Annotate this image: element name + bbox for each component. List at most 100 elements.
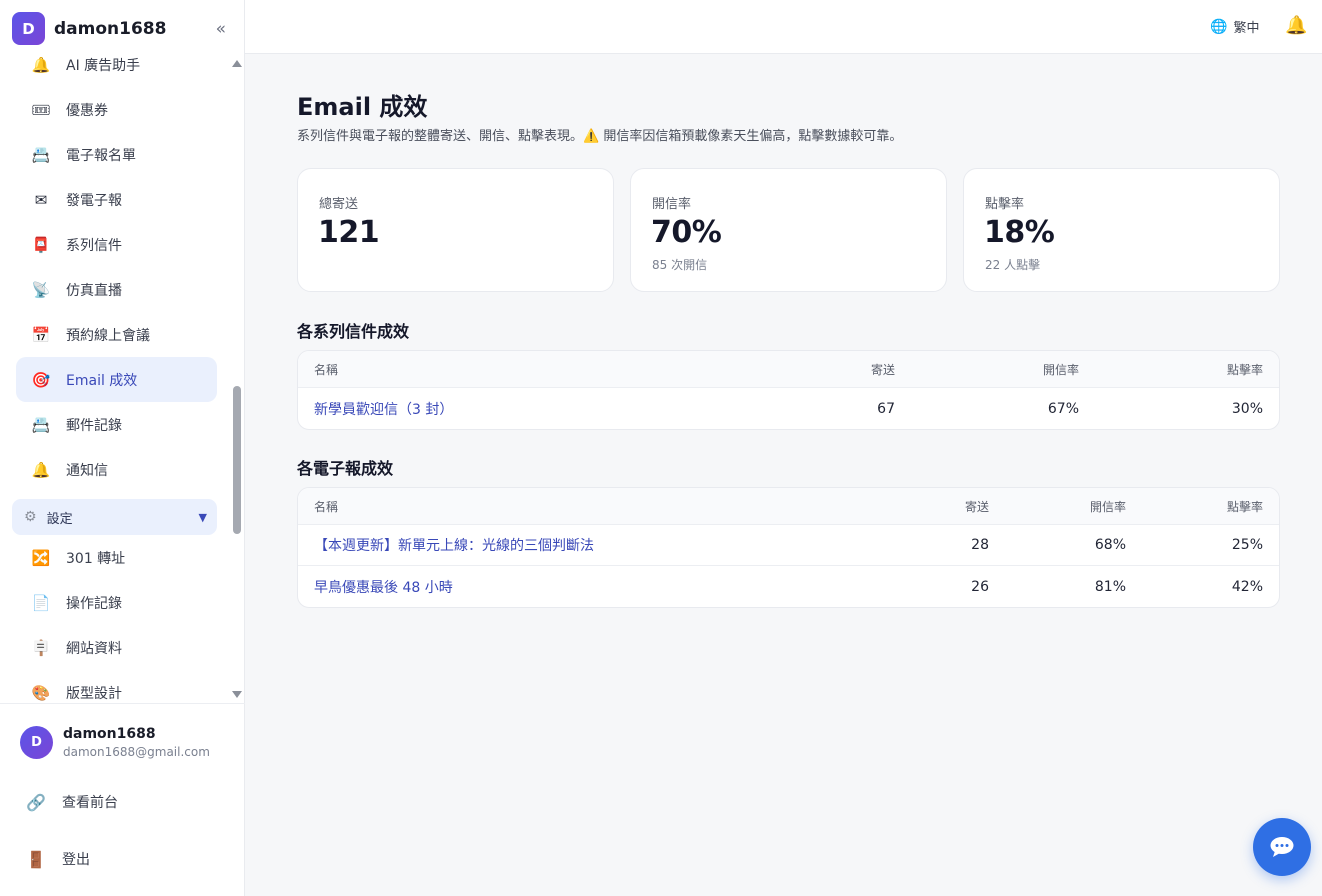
sidebar-item-series-mail[interactable]: 📮 系列信件 — [16, 222, 217, 267]
cell-sent: 26 — [971, 578, 989, 595]
stat-value: 70% — [651, 215, 722, 250]
sidebar-item-label: 系列信件 — [66, 237, 122, 254]
brand-header: D damon1688 « — [12, 12, 234, 45]
bell-icon: 🔔 — [31, 55, 51, 74]
gear-icon: ⚙ — [24, 509, 37, 525]
series-name-link[interactable]: 新學員歡迎信（3 封） — [314, 388, 453, 429]
chat-button[interactable] — [1253, 818, 1311, 876]
cell-sent: 67 — [877, 400, 895, 417]
cell-click-rate: 25% — [1231, 537, 1263, 553]
newsletter-name-link[interactable]: 早鳥優惠最後 48 小時 — [314, 566, 453, 607]
shuffle-icon: 🔀 — [31, 548, 51, 567]
sidebar-item-newsletter-list[interactable]: 📇 電子報名單 — [16, 132, 217, 177]
stat-card-open-rate: 開信率 70% 85 次開信 — [630, 168, 947, 292]
chat-icon — [1270, 837, 1294, 857]
brand-avatar: D — [12, 12, 45, 45]
notification-bell-icon[interactable]: 🔔 — [1285, 15, 1307, 36]
stat-label: 總寄送 — [319, 197, 359, 212]
stat-value: 18% — [984, 215, 1055, 250]
settings-group-toggle[interactable]: ⚙ 設定 ▼ — [12, 499, 217, 535]
scroll-down-arrow-icon[interactable] — [232, 691, 242, 698]
mailbox-icon: 📮 — [31, 235, 51, 254]
stat-label: 開信率 — [652, 197, 692, 212]
sidebar-scrollbar[interactable] — [230, 56, 244, 703]
sidebar-item-site-info[interactable]: 🪧 網站資料 — [16, 625, 217, 670]
newsletter-section-title: 各電子報成效 — [297, 459, 394, 478]
cell-click-rate: 30% — [1231, 400, 1263, 417]
bell-icon: 🔔 — [31, 460, 51, 479]
page-title: Email 成效 — [297, 93, 428, 121]
header-click-rate: 點擊率 — [1226, 362, 1263, 377]
sidebar-item-email-performance[interactable]: 🎯 Email 成效 — [16, 357, 217, 402]
header-click-rate: 點擊率 — [1226, 499, 1263, 514]
sidebar-item-simulated-live[interactable]: 📡 仿真直播 — [16, 267, 217, 312]
globe-icon: 🌐 — [1210, 18, 1228, 35]
sidebar-item-label: 301 轉址 — [66, 550, 126, 567]
user-card: D damon1688 damon1688@gmail.com — [20, 726, 210, 759]
view-site-label: 查看前台 — [62, 795, 118, 811]
stat-label: 點擊率 — [985, 197, 1025, 212]
sidebar-item-label: AI 廣告助手 — [66, 57, 141, 74]
scroll-up-arrow-icon[interactable] — [232, 60, 242, 67]
sidebar-item-label: 通知信 — [66, 462, 108, 479]
sidebar-item-redirect-301[interactable]: 🔀 301 轉址 — [16, 535, 217, 580]
sidebar-item-coupons[interactable]: 🎟 優惠券 — [16, 87, 217, 132]
sidebar-item-label: 仿真直播 — [66, 282, 122, 299]
sidebar-item-mail-log[interactable]: 📇 郵件記錄 — [16, 402, 217, 447]
sidebar-item-ai-ads[interactable]: 🔔 AI 廣告助手 — [16, 48, 217, 87]
header-open-rate: 開信率 — [1089, 499, 1126, 514]
user-email: damon1688@gmail.com — [63, 745, 210, 759]
cell-open-rate: 67% — [1047, 400, 1079, 417]
stat-card-click-rate: 點擊率 18% 22 人點擊 — [963, 168, 1280, 292]
series-section-title: 各系列信件成效 — [297, 322, 410, 341]
target-icon: 🎯 — [31, 370, 51, 389]
user-avatar: D — [20, 726, 53, 759]
user-name: damon1688 — [63, 726, 156, 742]
contact-card-icon: 📇 — [31, 145, 51, 164]
header-open-rate: 開信率 — [1042, 362, 1079, 377]
collapse-sidebar-button[interactable]: « — [216, 19, 226, 39]
header-name: 名稱 — [314, 362, 339, 377]
logout-label: 登出 — [62, 852, 90, 868]
stat-value: 121 — [318, 215, 380, 250]
view-site-link[interactable]: 🔗 查看前台 — [26, 792, 118, 812]
stat-sub: 22 人點擊 — [985, 258, 1041, 272]
series-performance-table: 名稱 寄送 開信率 點擊率 新學員歡迎信（3 封） 67 67% 30% — [297, 350, 1280, 430]
satellite-icon: 📡 — [31, 280, 51, 299]
sidebar-item-send-newsletter[interactable]: ✉ 發電子報 — [16, 177, 217, 222]
header-name: 名稱 — [314, 499, 339, 514]
caret-down-icon: ▼ — [198, 510, 207, 524]
envelope-icon: ✉ — [34, 190, 48, 209]
stat-sub: 85 次開信 — [652, 258, 708, 272]
sidebar-item-label: 預約線上會議 — [66, 327, 150, 344]
page-subtitle: 系列信件與電子報的整體寄送、開信、點擊表現。⚠️ 開信率因信箱預載像素天生偏高，… — [297, 129, 903, 144]
stat-card-total-sent: 總寄送 121 — [297, 168, 614, 292]
table-row: 早鳥優惠最後 48 小時 26 81% 42% — [298, 566, 1279, 607]
cell-click-rate: 42% — [1231, 578, 1263, 595]
sidebar-item-activity-log[interactable]: 📄 操作記錄 — [16, 580, 217, 625]
sidebar-item-label: 發電子報 — [66, 192, 122, 209]
sidebar-item-label: 網站資料 — [66, 640, 122, 657]
signpost-icon: 🪧 — [31, 638, 51, 657]
door-icon: 🚪 — [26, 849, 46, 869]
palette-icon: 🎨 — [31, 683, 51, 702]
sidebar-item-online-meeting[interactable]: 📅 預約線上會議 — [16, 312, 217, 357]
newsletter-performance-table: 名稱 寄送 開信率 點擊率 【本週更新】新單元上線：光線的三個判斷法 28 68… — [297, 487, 1280, 608]
brand-name: damon1688 — [54, 18, 167, 39]
settings-group-label: 設定 — [46, 511, 73, 527]
table-row: 【本週更新】新單元上線：光線的三個判斷法 28 68% 25% — [298, 525, 1279, 566]
newsletter-name-link[interactable]: 【本週更新】新單元上線：光線的三個判斷法 — [314, 525, 594, 565]
language-label: 繁中 — [1233, 21, 1260, 36]
topbar: 🌐 繁中 🔔 — [245, 0, 1322, 54]
link-icon: 🔗 — [26, 792, 46, 812]
sidebar-footer: D damon1688 damon1688@gmail.com 🔗 查看前台 🚪… — [0, 703, 245, 896]
sidebar-item-theme-design[interactable]: 🎨 版型設計 — [16, 670, 217, 703]
sidebar-item-label: 郵件記錄 — [66, 417, 122, 434]
language-switcher[interactable]: 🌐 繁中 — [1210, 17, 1260, 37]
sidebar: D damon1688 « 🔔 AI 廣告助手 🎟 優惠券 📇 電子報名單 ✉ … — [0, 0, 245, 896]
scroll-thumb[interactable] — [233, 386, 241, 534]
document-icon: 📄 — [31, 593, 51, 612]
table-header: 名稱 寄送 開信率 點擊率 — [298, 488, 1279, 525]
sidebar-item-notification-mail[interactable]: 🔔 通知信 — [16, 447, 217, 492]
logout-link[interactable]: 🚪 登出 — [26, 849, 90, 869]
